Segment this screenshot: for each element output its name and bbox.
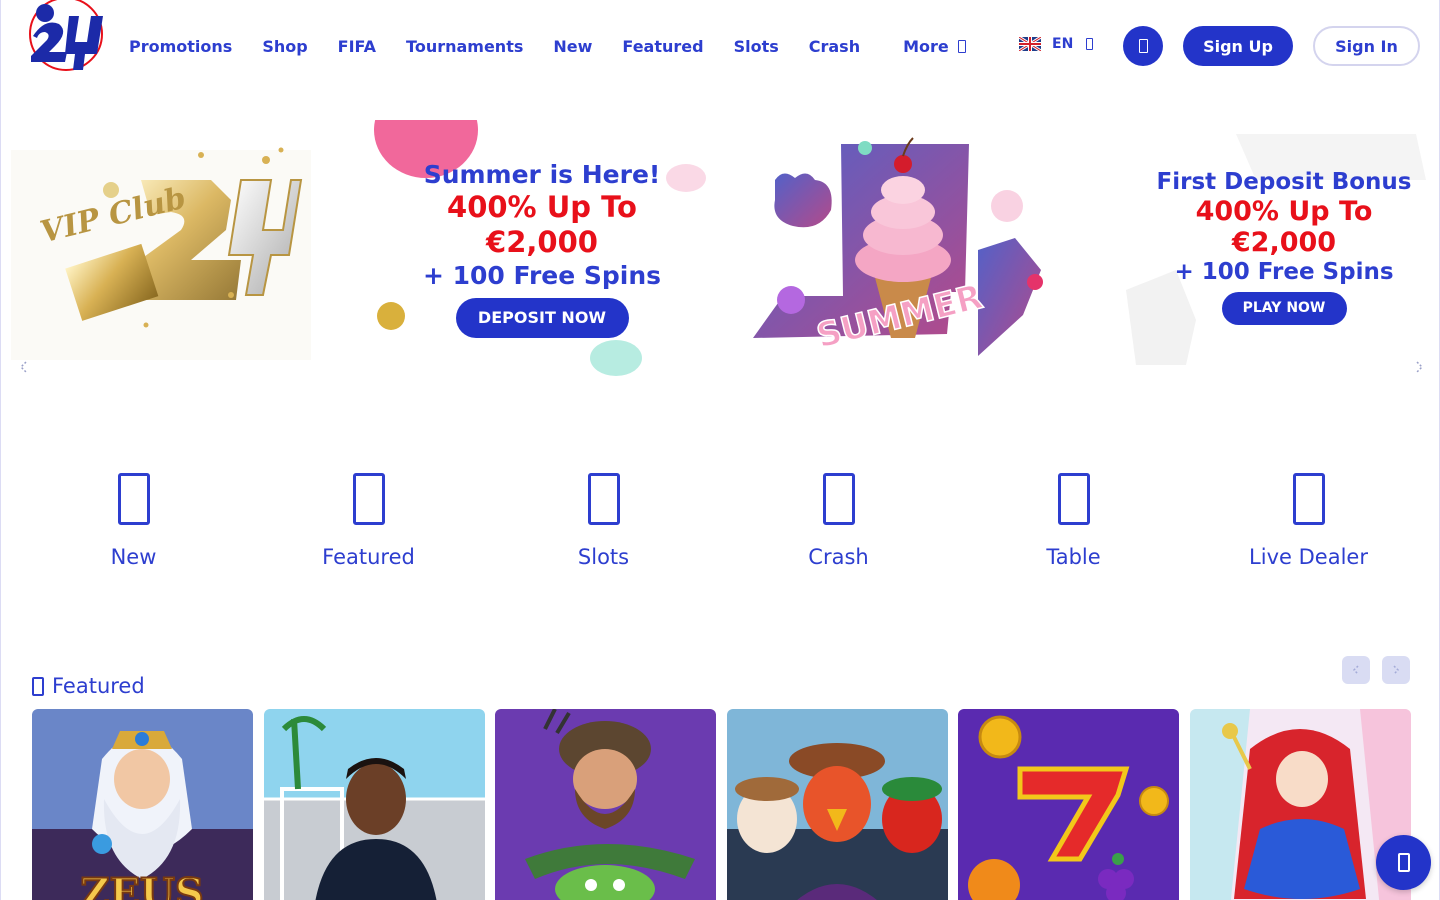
summer-free-spins: + 100 Free Spins (422, 261, 662, 290)
nav-promotions[interactable]: Promotions (129, 37, 232, 56)
uk-flag-icon (1019, 37, 1041, 51)
chevron-left-icon (1352, 665, 1359, 675)
featured-prev-button[interactable] (1342, 656, 1370, 684)
first-deposit-text: First Deposit Bonus 400% Up To €2,000 + … (1121, 168, 1440, 325)
main-nav: Promotions Shop FIFA Tournaments New Fea… (129, 35, 996, 57)
chat-icon (1397, 853, 1410, 872)
nav-more-dropdown[interactable]: More (903, 37, 966, 56)
summer-promo-slide[interactable]: Summer is Here! 400% Up To €2,000 + 100 … (361, 120, 731, 382)
vip-club-art (11, 147, 311, 360)
first-deposit-title: First Deposit Bonus (1156, 169, 1412, 195)
nav-featured[interactable]: Featured (622, 37, 703, 56)
category-featured[interactable]: Featured (251, 465, 486, 569)
promo-banner-carousel[interactable]: VIP Club Summer is Here! 400% Up To €2,0… (1, 120, 1440, 382)
game-card-football-keeper[interactable] (263, 709, 485, 900)
nav-more-label: More (903, 36, 949, 56)
sign-up-button[interactable]: Sign Up (1183, 26, 1293, 66)
lucky-777-thumbnail (958, 709, 1179, 900)
category-label: New (110, 545, 157, 569)
search-icon (1138, 39, 1148, 53)
category-slots[interactable]: Slots (486, 465, 721, 569)
first-deposit-offer: 400% Up To (1195, 196, 1373, 227)
star-icon (352, 473, 385, 525)
play-now-button[interactable]: PLAY NOW (1221, 292, 1347, 325)
category-crash[interactable]: Crash (721, 465, 956, 569)
summer-cupcake-slide[interactable]: SUMMER (723, 120, 1083, 382)
category-live-dealer[interactable]: Live Dealer (1191, 465, 1426, 569)
category-label: Crash (808, 545, 869, 569)
language-selector[interactable]: EN (1019, 36, 1094, 52)
nav-crash[interactable]: Crash (809, 37, 860, 56)
featured-heading: Featured (32, 674, 145, 698)
category-label: Table (1046, 545, 1101, 569)
football-thumbnail (263, 709, 485, 900)
nav-shop[interactable]: Shop (262, 37, 307, 56)
fishing-thumbnail (495, 709, 716, 900)
category-label: Featured (322, 545, 415, 569)
summer-amount: €2,000 (486, 225, 598, 259)
roosters-thumbnail (726, 709, 948, 900)
crash-icon (822, 473, 855, 525)
carousel-next-icon[interactable] (1413, 360, 1425, 374)
slots-icon (587, 473, 620, 525)
zeus-title-text: ZEUS (80, 870, 203, 900)
summer-offer: 400% Up To (447, 190, 637, 224)
nav-tournaments[interactable]: Tournaments (406, 37, 523, 56)
game-card-zeus[interactable]: ZEUS (32, 709, 253, 900)
summer-promo-text: Summer is Here! 400% Up To €2,000 + 100 … (361, 160, 723, 338)
nav-new[interactable]: New (553, 37, 592, 56)
deposit-now-button[interactable]: DEPOSIT NOW (455, 298, 629, 338)
game-card-lucky-777[interactable] (958, 709, 1179, 900)
first-deposit-slide[interactable]: First Deposit Bonus 400% Up To €2,000 + … (1116, 120, 1440, 382)
featured-heading-label: Featured (52, 674, 145, 698)
category-table[interactable]: Table (956, 465, 1191, 569)
game-categories: New Featured Slots Crash Table Live Deal… (16, 465, 1426, 569)
summer-cupcake-art: SUMMER (753, 137, 1043, 357)
game-card-fishing-adventurer[interactable] (495, 709, 716, 900)
vip-club-slide[interactable]: VIP Club (1, 120, 331, 382)
new-icon (117, 473, 150, 525)
first-deposit-free-spins: + 100 Free Spins (1174, 259, 1394, 285)
brand-logo[interactable] (25, 0, 107, 72)
summer-title: Summer is Here! (423, 160, 661, 189)
carousel-prev-icon[interactable] (18, 360, 30, 374)
chevron-right-icon (1393, 665, 1400, 675)
language-code: EN (1052, 36, 1074, 52)
game-card-rooster-bandits[interactable] (726, 709, 948, 900)
sign-in-button[interactable]: Sign In (1313, 26, 1420, 66)
star-icon (32, 676, 44, 696)
category-label: Slots (577, 545, 630, 569)
zeus-thumbnail: ZEUS (32, 709, 253, 900)
table-icon (1057, 473, 1090, 525)
category-new[interactable]: New (16, 465, 251, 569)
search-button[interactable] (1123, 26, 1163, 66)
category-label: Live Dealer (1249, 545, 1368, 569)
featured-games-row: ZEUS (32, 709, 1421, 900)
first-deposit-amount: €2,000 (1231, 227, 1337, 258)
live-dealer-icon (1292, 473, 1325, 525)
featured-next-button[interactable] (1382, 656, 1410, 684)
chevron-down-icon (1086, 38, 1094, 50)
live-chat-button[interactable] (1376, 835, 1431, 890)
nav-slots[interactable]: Slots (734, 37, 779, 56)
nav-fifa[interactable]: FIFA (338, 37, 376, 56)
chevron-down-icon (957, 39, 966, 53)
site-header: Promotions Shop FIFA Tournaments New Fea… (1, 0, 1440, 92)
